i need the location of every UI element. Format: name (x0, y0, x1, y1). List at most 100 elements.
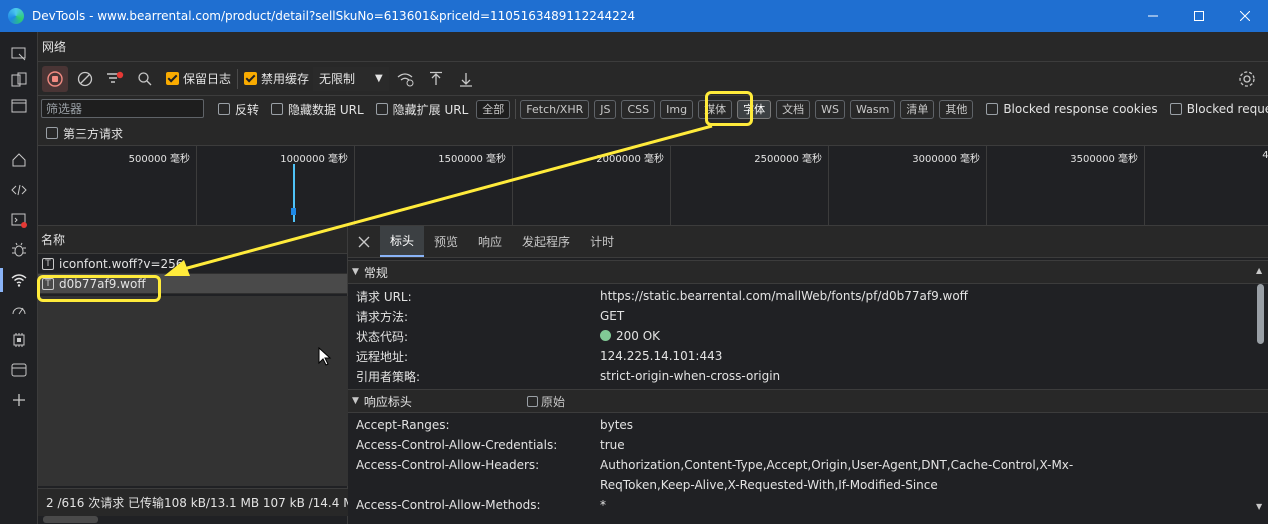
memory-chip-icon[interactable] (9, 330, 29, 350)
console-error-icon[interactable] (9, 210, 29, 230)
performance-gauge-icon[interactable] (9, 300, 29, 320)
toolbar-divider (515, 99, 517, 119)
header-key: 远程地址: (356, 349, 409, 364)
hide-data-urls-label: 隐藏数据 URL (288, 102, 364, 117)
close-window-button[interactable] (1222, 0, 1268, 32)
filter-input[interactable] (41, 99, 204, 118)
disable-cache-checkbox[interactable]: 禁用缓存 (244, 70, 309, 87)
sources-bug-icon[interactable] (9, 240, 29, 260)
type-filter-other[interactable]: 其他 (939, 99, 974, 119)
request-summary-bar: 2 /616 次请求 已传输108 kB/13.1 MB 107 kB /14.… (38, 488, 348, 516)
tab-preview[interactable]: 预览 (424, 226, 468, 257)
preserve-log-checkbox[interactable]: 保留日志 (166, 70, 231, 87)
import-har-button[interactable] (423, 66, 449, 92)
general-section-title: 常规 (363, 265, 388, 280)
status-ok-dot-icon (600, 330, 611, 341)
maximize-button[interactable] (1176, 0, 1222, 32)
raw-headers-checkbox[interactable]: 原始 (526, 393, 565, 410)
elements-code-icon[interactable] (9, 180, 29, 200)
checkbox-unchecked-icon (526, 395, 538, 407)
header-value: https://static.bearrental.com/mallWeb/fo… (600, 289, 968, 303)
type-filter-ws[interactable]: WS (815, 99, 845, 119)
timeline-tick-label: 1000000 毫秒 (280, 154, 348, 165)
request-row[interactable]: T iconfont.woff?v=256 (38, 254, 347, 274)
settings-button[interactable] (1234, 66, 1260, 92)
search-icon (138, 71, 152, 85)
type-filter-css[interactable]: CSS (621, 99, 656, 119)
timeline-gridline (670, 146, 671, 225)
type-filter-all[interactable]: 全部 (476, 99, 511, 119)
network-panel-tab[interactable]: 网络 (38, 32, 1268, 62)
scroll-up-icon[interactable]: ▲ (1256, 266, 1262, 275)
blocked-requests-checkbox[interactable]: Blocked requests (1169, 102, 1268, 116)
network-conditions-button[interactable] (393, 66, 419, 92)
type-filter-manifest[interactable]: 清单 (900, 99, 935, 119)
hide-extension-urls-checkbox[interactable]: 隐藏扩展 URL (375, 101, 468, 118)
scroll-down-icon[interactable]: ▼ (1256, 502, 1262, 511)
third-party-checkbox[interactable]: 第三方请求 (46, 123, 123, 143)
checkbox-checked-icon (166, 72, 179, 85)
more-tools-plus-icon[interactable] (9, 390, 29, 410)
name-column-header[interactable]: 名称 (38, 226, 347, 254)
minimize-button[interactable] (1130, 0, 1176, 32)
device-emulation-icon[interactable] (9, 70, 29, 90)
clear-button[interactable] (72, 66, 98, 92)
tab-headers[interactable]: 标头 (380, 226, 425, 257)
header-row: 状态代码: 200 OK (348, 326, 1268, 346)
activity-bar (0, 32, 38, 524)
upload-arrow-icon (429, 71, 442, 85)
blocked-cookies-checkbox[interactable]: Blocked response cookies (986, 102, 1158, 116)
timeline-gridline (512, 146, 513, 225)
export-har-button[interactable] (453, 66, 479, 92)
header-value: true (600, 438, 625, 452)
type-filter-doc[interactable]: 文档 (776, 99, 811, 119)
panel-dock-icon[interactable] (9, 96, 29, 116)
timeline-tick-label: 2000000 毫秒 (596, 154, 664, 165)
search-button[interactable] (132, 66, 158, 92)
filter-toggle-button[interactable] (102, 66, 128, 92)
general-section-header[interactable]: ▼ 常规 (348, 260, 1268, 284)
timeline-tick-label: 1500000 毫秒 (438, 154, 506, 165)
type-filter-media[interactable]: 媒体 (698, 99, 733, 119)
response-headers-section-header[interactable]: ▼ 响应标头 原始 (348, 389, 1268, 413)
header-key: 请求方法: (356, 309, 409, 324)
type-filter-font[interactable]: 字体 (737, 99, 772, 119)
timeline-tick-label: 500000 毫秒 (128, 154, 190, 165)
disable-cache-label: 禁用缓存 (261, 72, 310, 86)
scrollbar-thumb[interactable] (1257, 284, 1264, 344)
tab-response[interactable]: 响应 (468, 226, 512, 257)
invert-checkbox[interactable]: 反转 (218, 101, 259, 118)
header-value: GET (600, 309, 625, 323)
minimize-icon (1148, 15, 1158, 17)
details-tabbar: 标头 预览 响应 发起程序 计时 (348, 226, 1268, 258)
type-filter-js[interactable]: JS (594, 99, 617, 119)
request-name: d0b77af9.woff (59, 276, 146, 291)
close-details-button[interactable] (348, 226, 380, 257)
timeline-gridline (986, 146, 987, 225)
timeline-tick-label: 3000000 毫秒 (912, 154, 980, 165)
welcome-home-icon[interactable] (9, 150, 29, 170)
request-row-selected[interactable]: T d0b77af9.woff (38, 274, 347, 294)
timeline-overview[interactable]: 500000 毫秒 1000000 毫秒 1500000 毫秒 2000000 毫秒 2… (38, 146, 1268, 226)
type-filter-img[interactable]: Img (660, 99, 694, 119)
tab-initiator[interactable]: 发起程序 (512, 226, 580, 257)
network-toolbar: 保留日志 禁用缓存 无限制 ▼ (38, 62, 1268, 96)
type-filter-wasm[interactable]: Wasm (849, 99, 896, 119)
header-row: Accept-Ranges: bytes (348, 415, 1268, 435)
type-filter-fetch-xhr[interactable]: Fetch/XHR (520, 99, 590, 119)
network-wifi-icon[interactable] (0, 268, 29, 292)
horizontal-scrollbar[interactable] (43, 516, 98, 523)
checkbox-unchecked-icon (218, 103, 230, 115)
stop-recording-button[interactable] (42, 65, 68, 92)
application-icon[interactable] (9, 360, 29, 380)
throttling-value: 无限制 (319, 72, 356, 86)
timeline-tick-label: 40000 (1262, 150, 1268, 161)
tab-timing[interactable]: 计时 (580, 226, 624, 257)
inspect-icon[interactable] (9, 44, 29, 64)
dropdown-triangle-icon: ▼ (375, 73, 383, 84)
raw-headers-label: 原始 (540, 394, 565, 409)
throttling-select[interactable]: 无限制 ▼ (313, 66, 389, 91)
vertical-scrollbar[interactable]: ▲ ▼ (1256, 266, 1265, 511)
hide-data-urls-checkbox[interactable]: 隐藏数据 URL (271, 101, 364, 118)
timeline-gridline (828, 146, 829, 225)
